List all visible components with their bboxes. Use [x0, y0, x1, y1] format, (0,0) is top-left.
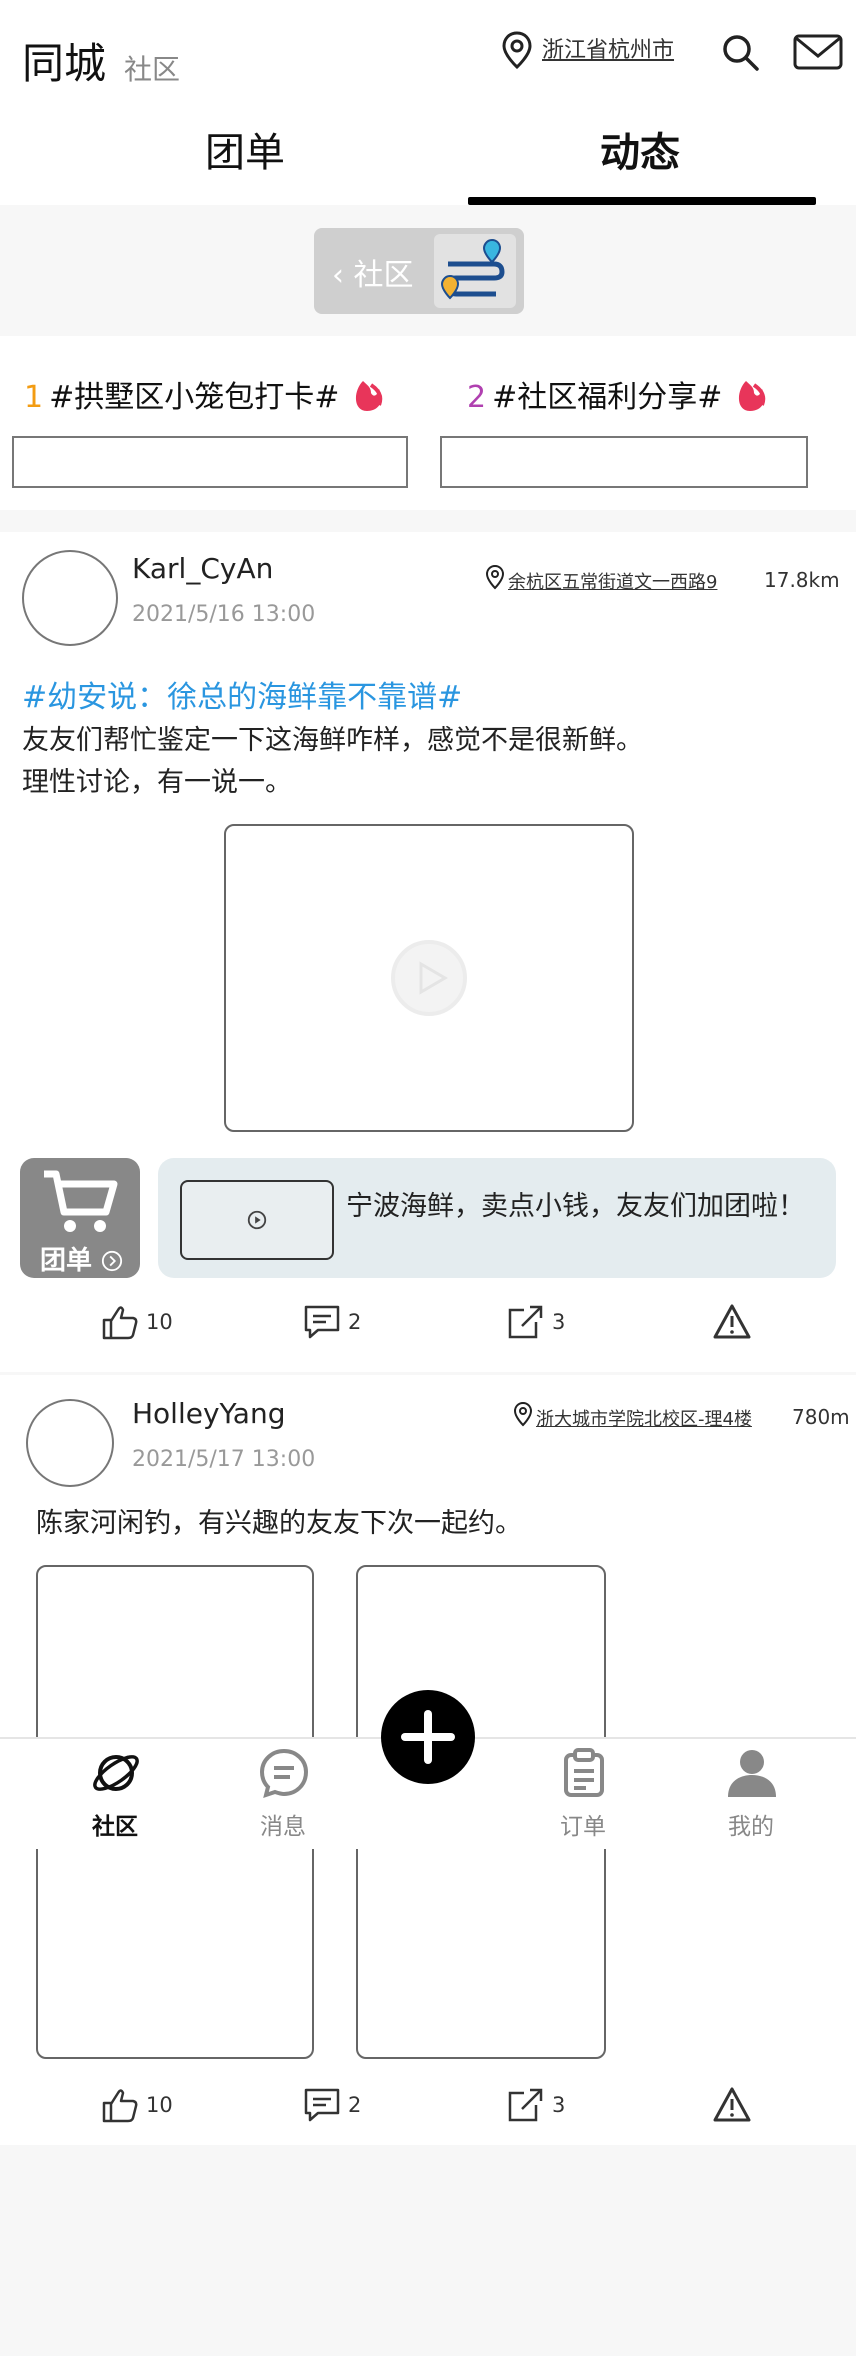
chevron-right-circle-icon: [101, 1250, 123, 1272]
post-distance: 17.8km: [764, 568, 840, 592]
post-distance: 780m: [792, 1405, 850, 1429]
nav-label: 我的: [728, 1814, 774, 1840]
planet-icon: [93, 1755, 139, 1791]
tab-group-deals[interactable]: 团单: [205, 120, 285, 178]
like-button[interactable]: 10: [100, 2085, 173, 2125]
nav-item-orders[interactable]: 订单: [538, 1739, 628, 1851]
user-icon: [728, 1750, 776, 1797]
post-username[interactable]: HolleyYang: [132, 1397, 285, 1430]
post-location[interactable]: 浙大城市学院北校区-理4楼: [536, 1405, 784, 1431]
group-buy-label-text: 团单: [40, 1246, 93, 1276]
warning-icon: [713, 2087, 751, 2122]
play-icon[interactable]: [389, 938, 469, 1018]
nav-item-messages[interactable]: 消息: [238, 1739, 328, 1851]
map-route-icon: [434, 234, 516, 308]
topic-item[interactable]: 1 #拱墅区小笼包打卡#: [24, 372, 389, 416]
topic-item[interactable]: 2 #社区福利分享#: [467, 372, 772, 416]
report-button[interactable]: [712, 2085, 752, 2125]
post-timestamp: 2021/5/16 13:00: [132, 602, 316, 627]
trending-topics: 1 #拱墅区小笼包打卡# 2 #社区福利分享#: [0, 336, 856, 510]
comment-button[interactable]: 2: [302, 2085, 361, 2125]
nav-label: 消息: [260, 1814, 306, 1840]
like-count: 10: [146, 2093, 173, 2117]
location-selector[interactable]: 浙江省杭州市: [542, 32, 674, 64]
post-body: 友友们帮忙鉴定一下这海鲜咋样，感觉不是很新鲜。 理性讨论，有一说一。: [22, 725, 643, 798]
like-button[interactable]: 10: [100, 1302, 173, 1342]
app-subtitle: 社区: [124, 53, 181, 86]
group-buy-badge[interactable]: 团单: [20, 1158, 140, 1278]
location-pin-icon: [485, 564, 505, 590]
feed-post: Karl_CyAn 2021/5/16 13:00 余杭区五常街道文一西路9 1…: [0, 532, 856, 1372]
plus-icon: [401, 1710, 455, 1764]
community-back-chip[interactable]: ‹ 社区: [314, 228, 524, 314]
avatar[interactable]: [26, 1399, 114, 1487]
group-buy-video-thumb[interactable]: [180, 1180, 334, 1260]
nav-item-profile[interactable]: 我的: [706, 1739, 796, 1851]
comment-icon: [304, 1305, 340, 1339]
post-video[interactable]: [224, 824, 634, 1132]
app-title: 同城: [22, 39, 107, 88]
topic-card[interactable]: [440, 436, 808, 488]
top-header: 同城 社区 浙江省杭州市 团单 动态: [0, 0, 856, 205]
post-hashtag[interactable]: #幼安说：徐总的海鲜靠不靠谱#: [22, 672, 462, 716]
post-timestamp: 2021/5/17 13:00: [132, 1447, 316, 1472]
clipboard-icon: [564, 1748, 604, 1797]
post-body: 陈家河闲钓，有兴趣的友友下次一起约。: [36, 1508, 522, 1539]
flame-icon: [738, 381, 766, 411]
share-button[interactable]: 3: [506, 1302, 565, 1342]
create-post-button[interactable]: [381, 1690, 475, 1784]
like-count: 10: [146, 1310, 173, 1334]
share-count: 3: [552, 2093, 566, 2117]
nav-label: 社区: [92, 1814, 138, 1840]
tab-feed[interactable]: 动态: [600, 120, 680, 178]
thumbs-up-icon: [102, 1306, 138, 1340]
nav-item-community[interactable]: 社区: [70, 1739, 160, 1851]
post-username[interactable]: Karl_CyAn: [132, 552, 273, 585]
location-pin-icon: [513, 1401, 533, 1427]
nav-label: 订单: [560, 1814, 606, 1840]
topic-card[interactable]: [12, 436, 408, 488]
warning-icon: [713, 1304, 751, 1339]
cart-icon: [44, 1170, 118, 1232]
group-buy-text: 宁波海鲜，卖点小钱，友友们加团啦！: [346, 1191, 805, 1222]
active-tab-indicator: [468, 197, 816, 205]
topic-rank: 2: [467, 380, 487, 415]
topic-title: #社区福利分享#: [492, 380, 723, 415]
message-icon: [259, 1748, 309, 1799]
post-location[interactable]: 余杭区五常街道文一西路9: [508, 568, 748, 594]
comment-button[interactable]: 2: [302, 1302, 361, 1342]
avatar[interactable]: [22, 550, 118, 646]
location-pin-icon[interactable]: [500, 30, 534, 70]
share-button[interactable]: 3: [506, 2085, 565, 2125]
share-count: 3: [552, 1310, 566, 1334]
topic-rank: 1: [24, 380, 44, 415]
share-icon: [508, 2088, 543, 2122]
flame-icon: [355, 381, 383, 411]
group-buy-card[interactable]: 宁波海鲜，卖点小钱，友友们加团啦！: [158, 1158, 836, 1278]
comment-count: 2: [348, 1310, 362, 1334]
topic-title: #拱墅区小笼包打卡#: [49, 380, 340, 415]
comment-icon: [304, 2088, 340, 2122]
group-buy-label: 团单: [40, 1240, 123, 1277]
search-icon[interactable]: [720, 32, 760, 72]
play-icon: [247, 1210, 267, 1230]
comment-count: 2: [348, 2093, 362, 2117]
community-chip-label: ‹ 社区: [332, 258, 414, 293]
report-button[interactable]: [712, 1302, 752, 1342]
mail-icon[interactable]: [793, 32, 843, 72]
share-icon: [508, 1305, 543, 1339]
thumbs-up-icon: [102, 2089, 138, 2123]
